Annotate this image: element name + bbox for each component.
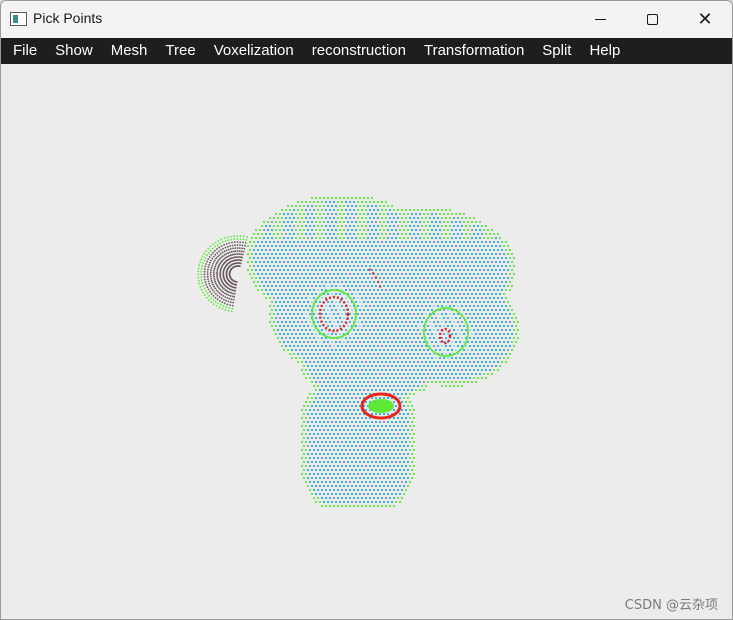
mouth-inner	[368, 399, 394, 413]
menu-transformation[interactable]: Transformation	[415, 38, 533, 64]
close-icon: ✕	[697, 8, 713, 30]
selected-points	[318, 268, 452, 420]
menu-reconstruction[interactable]: reconstruction	[303, 38, 415, 64]
maximize-button[interactable]	[629, 1, 675, 38]
watermark-text: CSDN @云杂项	[624, 598, 718, 613]
minimize-icon	[594, 19, 606, 20]
menu-file[interactable]: File	[4, 38, 46, 64]
right-eye-selection	[438, 327, 452, 345]
menu-split[interactable]: Split	[533, 38, 580, 64]
menu-show[interactable]: Show	[46, 38, 102, 64]
menu-help[interactable]: Help	[580, 38, 629, 64]
maximize-icon	[646, 14, 658, 25]
minimize-button[interactable]	[577, 1, 623, 38]
menu-bar: File Show Mesh Tree Voxelization reconst…	[1, 38, 732, 64]
app-icon-pane	[13, 15, 18, 23]
window-title: Pick Points	[33, 10, 103, 26]
app-window: Pick Points ✕ File Show Mesh Tree Voxeli…	[0, 0, 733, 620]
title-bar[interactable]: Pick Points ✕	[1, 1, 732, 38]
menu-voxelization[interactable]: Voxelization	[205, 38, 303, 64]
menu-tree[interactable]: Tree	[156, 38, 204, 64]
3d-viewport[interactable]: CSDN @云杂项	[1, 64, 733, 620]
head-point-cloud	[246, 196, 520, 508]
left-ear-points	[197, 235, 249, 313]
menu-mesh[interactable]: Mesh	[102, 38, 157, 64]
point-cloud-canvas[interactable]	[1, 64, 733, 620]
close-button[interactable]: ✕	[682, 1, 728, 38]
window-app-icon	[10, 12, 27, 26]
